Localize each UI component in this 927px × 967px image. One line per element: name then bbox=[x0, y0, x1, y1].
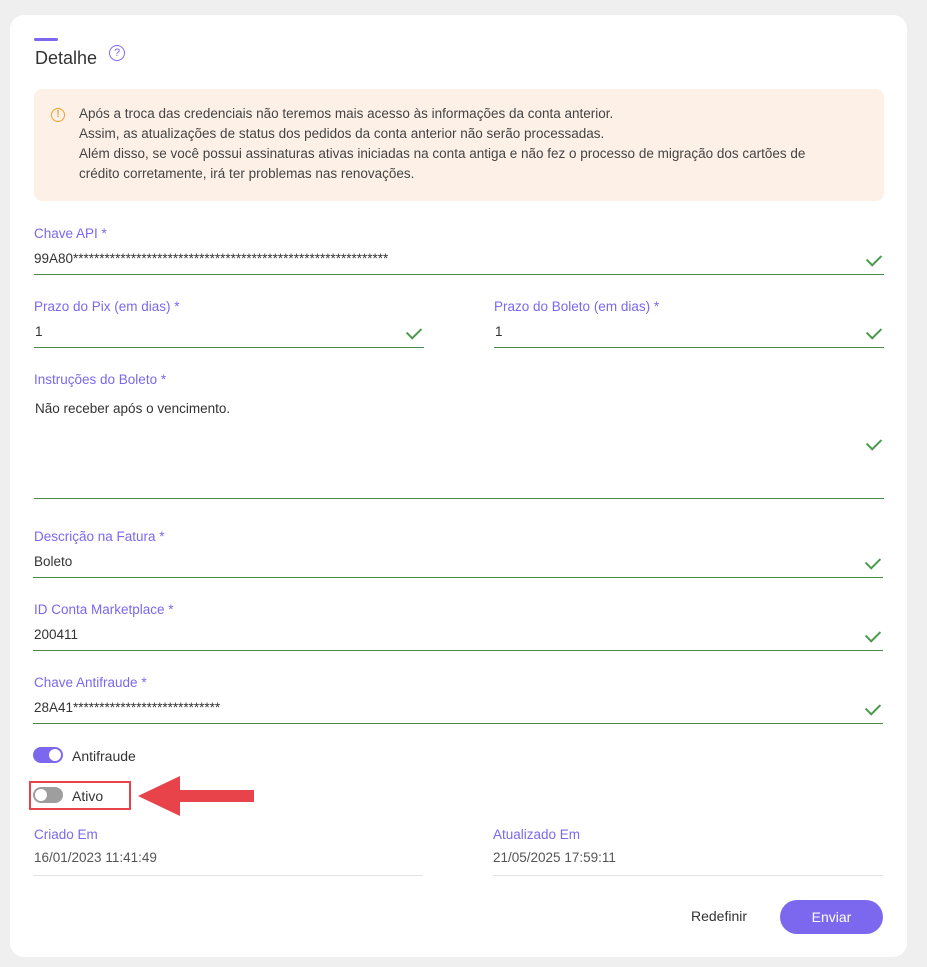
created-value: 16/01/2023 11:41:49 bbox=[34, 850, 157, 865]
antifraud-key-underline bbox=[33, 723, 883, 724]
pix-days-input[interactable]: 1 bbox=[35, 324, 43, 339]
toggle-knob bbox=[49, 749, 61, 761]
page-title: Detalhe bbox=[35, 48, 98, 68]
alert-line: Após a troca das credenciais não teremos… bbox=[79, 106, 614, 121]
updated-label: Atualizado Em bbox=[493, 827, 581, 842]
annotation-arrow-icon bbox=[138, 776, 254, 816]
alert-line: Assim, as atualizações de status dos ped… bbox=[79, 126, 605, 141]
marketplace-id-label: ID Conta Marketplace * bbox=[34, 602, 174, 617]
boleto-days-underline bbox=[494, 347, 884, 348]
invoice-description-underline bbox=[33, 577, 883, 578]
marketplace-id-underline bbox=[33, 650, 883, 651]
boleto-days-label: Prazo do Boleto (em dias) * bbox=[494, 299, 660, 314]
antifraude-toggle[interactable] bbox=[33, 747, 63, 763]
annotation-highlight-box bbox=[29, 781, 131, 810]
submit-button[interactable]: Enviar bbox=[780, 900, 883, 934]
api-key-input[interactable]: 99A80***********************************… bbox=[34, 251, 388, 266]
question-circle-icon[interactable]: ? bbox=[109, 45, 125, 61]
boleto-days-input[interactable]: 1 bbox=[495, 324, 503, 339]
boleto-instructions-label: Instruções do Boleto * bbox=[34, 372, 167, 387]
invoice-description-input[interactable]: Boleto bbox=[34, 554, 72, 569]
boleto-instructions-underline bbox=[34, 498, 884, 499]
pix-days-underline bbox=[34, 347, 424, 348]
alert-line: Além disso, se você possui assinaturas a… bbox=[79, 146, 806, 161]
api-key-label: Chave API * bbox=[34, 226, 107, 241]
antifraude-toggle-label: Antifraude bbox=[72, 748, 136, 764]
reset-button[interactable]: Redefinir bbox=[676, 900, 762, 933]
warning-circle-icon: ! bbox=[51, 108, 65, 122]
alert-line: crédito corretamente, irá ter problemas … bbox=[79, 166, 415, 181]
updated-underline bbox=[493, 875, 883, 876]
antifraud-key-input[interactable]: 28A41**************************** bbox=[34, 700, 220, 715]
invoice-description-label: Descrição na Fatura * bbox=[34, 529, 165, 544]
boleto-instructions-textarea[interactable]: Não receber após o vencimento. bbox=[35, 401, 230, 416]
pix-days-label: Prazo do Pix (em dias) * bbox=[34, 299, 180, 314]
marketplace-id-input[interactable]: 200411 bbox=[34, 627, 78, 642]
api-key-underline bbox=[34, 274, 884, 275]
antifraud-key-label: Chave Antifraude * bbox=[34, 675, 147, 690]
title-accent-bar bbox=[34, 38, 58, 41]
created-label: Criado Em bbox=[34, 827, 98, 842]
created-underline bbox=[33, 875, 423, 876]
updated-value: 21/05/2025 17:59:11 bbox=[493, 850, 616, 865]
